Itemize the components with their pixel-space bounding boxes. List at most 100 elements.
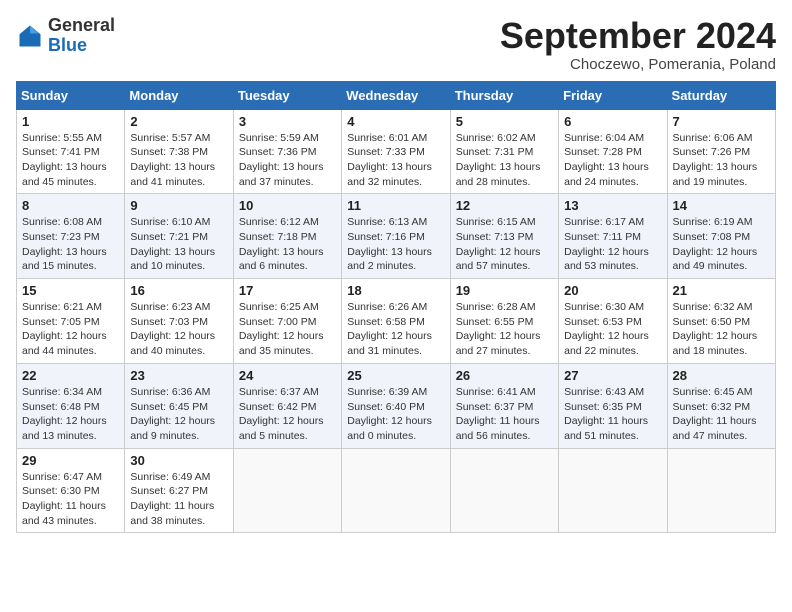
day-number: 10 [239,198,336,213]
day-info: Sunrise: 6:21 AMSunset: 7:05 PMDaylight:… [22,300,119,359]
day-number: 4 [347,114,444,129]
day-info: Sunrise: 5:59 AMSunset: 7:36 PMDaylight:… [239,131,336,190]
calendar-cell: 20 Sunrise: 6:30 AMSunset: 6:53 PMDayligh… [559,279,667,364]
calendar-cell: 3 Sunrise: 5:59 AMSunset: 7:36 PMDaylight… [233,109,341,194]
title-area: September 2024 Choczewo, Pomerania, Pola… [500,16,776,73]
calendar-cell: 15 Sunrise: 6:21 AMSunset: 7:05 PMDayligh… [17,279,125,364]
day-info: Sunrise: 6:01 AMSunset: 7:33 PMDaylight:… [347,131,444,190]
day-number: 30 [130,453,227,468]
day-number: 5 [456,114,553,129]
day-info: Sunrise: 6:45 AMSunset: 6:32 PMDaylight:… [673,385,770,444]
day-info: Sunrise: 6:25 AMSunset: 7:00 PMDaylight:… [239,300,336,359]
day-number: 18 [347,283,444,298]
day-number: 25 [347,368,444,383]
calendar-cell [342,448,450,533]
day-info: Sunrise: 6:28 AMSunset: 6:55 PMDaylight:… [456,300,553,359]
day-info: Sunrise: 6:49 AMSunset: 6:27 PMDaylight:… [130,470,227,529]
day-info: Sunrise: 6:10 AMSunset: 7:21 PMDaylight:… [130,215,227,274]
day-info: Sunrise: 6:30 AMSunset: 6:53 PMDaylight:… [564,300,661,359]
logo-text: General Blue [48,16,115,56]
month-title: September 2024 [500,16,776,56]
calendar-cell [233,448,341,533]
day-info: Sunrise: 6:47 AMSunset: 6:30 PMDaylight:… [22,470,119,529]
calendar-cell: 4 Sunrise: 6:01 AMSunset: 7:33 PMDaylight… [342,109,450,194]
day-info: Sunrise: 5:55 AMSunset: 7:41 PMDaylight:… [22,131,119,190]
day-info: Sunrise: 6:39 AMSunset: 6:40 PMDaylight:… [347,385,444,444]
day-number: 9 [130,198,227,213]
day-info: Sunrise: 6:02 AMSunset: 7:31 PMDaylight:… [456,131,553,190]
calendar-cell: 2Sunrise: 5:57 AMSunset: 7:38 PMDaylight… [125,109,233,194]
day-number: 23 [130,368,227,383]
day-info: Sunrise: 6:32 AMSunset: 6:50 PMDaylight:… [673,300,770,359]
calendar-cell: 25 Sunrise: 6:39 AMSunset: 6:40 PMDayligh… [342,363,450,448]
day-number: 28 [673,368,770,383]
calendar-cell: 26 Sunrise: 6:41 AMSunset: 6:37 PMDayligh… [450,363,558,448]
day-info: Sunrise: 6:26 AMSunset: 6:58 PMDaylight:… [347,300,444,359]
calendar-cell: 5 Sunrise: 6:02 AMSunset: 7:31 PMDaylight… [450,109,558,194]
day-number: 19 [456,283,553,298]
day-number: 26 [456,368,553,383]
day-number: 17 [239,283,336,298]
calendar-cell: 27 Sunrise: 6:43 AMSunset: 6:35 PMDayligh… [559,363,667,448]
day-info: Sunrise: 6:04 AMSunset: 7:28 PMDaylight:… [564,131,661,190]
day-number: 12 [456,198,553,213]
day-info: Sunrise: 6:08 AMSunset: 7:23 PMDaylight:… [22,215,119,274]
calendar-cell: 17 Sunrise: 6:25 AMSunset: 7:00 PMDayligh… [233,279,341,364]
calendar-cell: 10 Sunrise: 6:12 AMSunset: 7:18 PMDayligh… [233,194,341,279]
day-info: Sunrise: 6:19 AMSunset: 7:08 PMDaylight:… [673,215,770,274]
dow-header: Wednesday [342,81,450,109]
day-info: Sunrise: 6:41 AMSunset: 6:37 PMDaylight:… [456,385,553,444]
day-number: 15 [22,283,119,298]
logo-icon [16,22,44,50]
calendar-cell [559,448,667,533]
calendar-cell: 24 Sunrise: 6:37 AMSunset: 6:42 PMDayligh… [233,363,341,448]
day-number: 20 [564,283,661,298]
day-number: 14 [673,198,770,213]
calendar-table: SundayMondayTuesdayWednesdayThursdayFrid… [16,81,776,534]
calendar-cell: 1 Sunrise: 5:55 AMSunset: 7:41 PMDaylight… [17,109,125,194]
day-info: Sunrise: 5:57 AMSunset: 7:38 PMDaylight:… [130,131,227,190]
dow-header: Saturday [667,81,775,109]
day-number: 1 [22,114,119,129]
day-number: 24 [239,368,336,383]
dow-header: Sunday [17,81,125,109]
calendar-cell: 13 Sunrise: 6:17 AMSunset: 7:11 PMDayligh… [559,194,667,279]
calendar-cell: 12 Sunrise: 6:15 AMSunset: 7:13 PMDayligh… [450,194,558,279]
day-info: Sunrise: 6:15 AMSunset: 7:13 PMDaylight:… [456,215,553,274]
day-number: 6 [564,114,661,129]
calendar-cell: 29 Sunrise: 6:47 AMSunset: 6:30 PMDayligh… [17,448,125,533]
calendar-cell: 7Sunrise: 6:06 AMSunset: 7:26 PMDaylight… [667,109,775,194]
calendar-cell: 8 Sunrise: 6:08 AMSunset: 7:23 PMDaylight… [17,194,125,279]
dow-header: Friday [559,81,667,109]
calendar-cell: 23 Sunrise: 6:36 AMSunset: 6:45 PMDayligh… [125,363,233,448]
calendar-cell: 18 Sunrise: 6:26 AMSunset: 6:58 PMDayligh… [342,279,450,364]
day-info: Sunrise: 6:43 AMSunset: 6:35 PMDaylight:… [564,385,661,444]
day-number: 8 [22,198,119,213]
day-number: 21 [673,283,770,298]
dow-header: Thursday [450,81,558,109]
calendar-cell: 21 Sunrise: 6:32 AMSunset: 6:50 PMDayligh… [667,279,775,364]
day-number: 11 [347,198,444,213]
day-number: 16 [130,283,227,298]
logo: General Blue [16,16,115,56]
day-number: 27 [564,368,661,383]
calendar-cell [450,448,558,533]
day-number: 29 [22,453,119,468]
day-number: 13 [564,198,661,213]
day-info: Sunrise: 6:37 AMSunset: 6:42 PMDaylight:… [239,385,336,444]
calendar-cell: 19 Sunrise: 6:28 AMSunset: 6:55 PMDayligh… [450,279,558,364]
day-number: 7 [673,114,770,129]
dow-header: Tuesday [233,81,341,109]
calendar-cell: 14 Sunrise: 6:19 AMSunset: 7:08 PMDayligh… [667,194,775,279]
day-info: Sunrise: 6:12 AMSunset: 7:18 PMDaylight:… [239,215,336,274]
calendar-cell: 11Sunrise: 6:13 AMSunset: 7:16 PMDayligh… [342,194,450,279]
calendar-cell: 28 Sunrise: 6:45 AMSunset: 6:32 PMDayligh… [667,363,775,448]
dow-header: Monday [125,81,233,109]
day-info: Sunrise: 6:17 AMSunset: 7:11 PMDaylight:… [564,215,661,274]
day-number: 3 [239,114,336,129]
day-number: 22 [22,368,119,383]
day-info: Sunrise: 6:36 AMSunset: 6:45 PMDaylight:… [130,385,227,444]
calendar-cell: 22Sunrise: 6:34 AMSunset: 6:48 PMDayligh… [17,363,125,448]
calendar-cell: 30 Sunrise: 6:49 AMSunset: 6:27 PMDayligh… [125,448,233,533]
calendar-cell: 16Sunrise: 6:23 AMSunset: 7:03 PMDayligh… [125,279,233,364]
